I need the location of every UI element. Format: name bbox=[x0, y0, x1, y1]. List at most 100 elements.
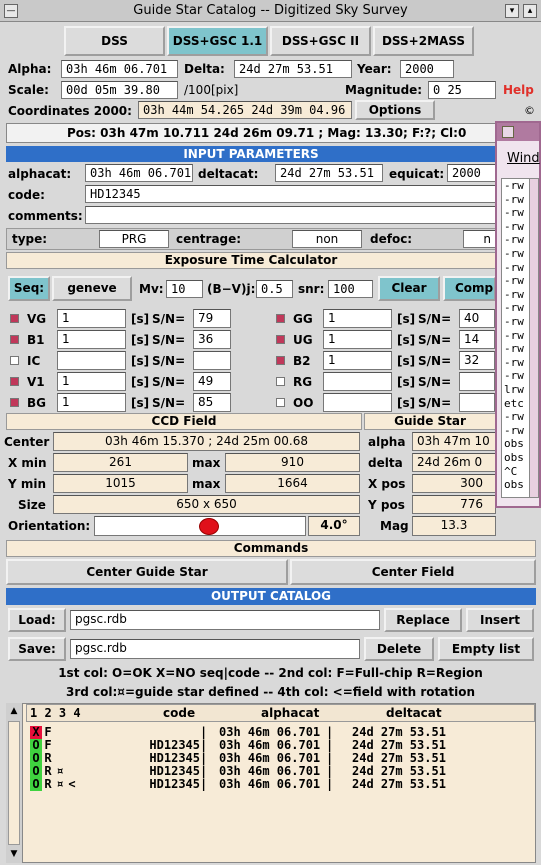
help-button[interactable]: Help bbox=[503, 83, 534, 97]
filter-checkbox-ug[interactable] bbox=[276, 335, 285, 344]
filter-time-b1[interactable]: 1 bbox=[57, 330, 126, 349]
save-file-input[interactable]: pgsc.rdb bbox=[70, 639, 360, 659]
snr-input[interactable]: 100 bbox=[328, 280, 373, 298]
side-window-line: -rw bbox=[504, 315, 524, 328]
filter-sn-gg: 40 bbox=[459, 309, 495, 328]
comments-input[interactable] bbox=[85, 206, 496, 224]
filter-unit: [s] bbox=[397, 333, 416, 347]
guide-xpos-value: 300 bbox=[412, 474, 496, 493]
filter-time-oo[interactable] bbox=[323, 393, 392, 412]
delta-input[interactable]: 24d 27m 53.51 bbox=[234, 60, 352, 78]
filter-time-v1[interactable]: 1 bbox=[57, 372, 126, 391]
size-label: Size bbox=[18, 498, 46, 512]
filter-checkbox-bg[interactable] bbox=[10, 398, 19, 407]
size-value: 650 x 650 bbox=[53, 495, 360, 514]
filter-unit: [s] bbox=[131, 375, 150, 389]
replace-button[interactable]: Replace bbox=[384, 608, 462, 632]
scroll-down-icon[interactable]: ▼ bbox=[8, 848, 20, 860]
orientation-slider-knob[interactable] bbox=[199, 518, 219, 535]
filter-checkbox-gg[interactable] bbox=[276, 314, 285, 323]
load-file-input[interactable]: pgsc.rdb bbox=[70, 610, 380, 630]
filter-time-ic[interactable] bbox=[57, 351, 126, 370]
filter-sn-oo bbox=[459, 393, 495, 412]
alpha-input[interactable]: 03h 46m 06.701 bbox=[61, 60, 178, 78]
filter-time-rg[interactable] bbox=[323, 372, 392, 391]
filter-checkbox-oo[interactable] bbox=[276, 398, 285, 407]
filter-checkbox-ic[interactable] bbox=[10, 356, 19, 365]
side-window-line: -rw bbox=[504, 260, 524, 274]
col-flags-header: 1 2 3 4 bbox=[30, 706, 81, 720]
filter-time-gg[interactable]: 1 bbox=[323, 309, 392, 328]
side-window-line: -rw bbox=[504, 233, 524, 247]
catalog-scrollbar[interactable]: ▲ ▼ bbox=[6, 703, 23, 863]
center-guide-star-button[interactable]: Center Guide Star bbox=[6, 559, 288, 585]
side-window-menu-icon[interactable] bbox=[502, 126, 514, 138]
tab-dss-gsc2[interactable]: DSS+GSC II bbox=[270, 26, 371, 56]
scroll-up-icon[interactable]: ▲ bbox=[8, 705, 20, 717]
centrage-value[interactable]: non bbox=[292, 230, 362, 248]
seq-button[interactable]: Seq: bbox=[8, 276, 50, 301]
filter-checkbox-vg[interactable] bbox=[10, 314, 19, 323]
filter-sn-label: S/N= bbox=[418, 396, 452, 410]
filter-name-v1: V1 bbox=[27, 375, 45, 389]
side-window-line: etc bbox=[504, 396, 524, 410]
side-window: Wind -rw -rw -rw -rw -rw -rw -rw -rw -rw -rw -rw -r… bbox=[495, 121, 541, 508]
center-label: Center bbox=[4, 435, 50, 449]
filter-sn-bg: 85 bbox=[193, 393, 231, 412]
filter-name-ug: UG bbox=[293, 333, 313, 347]
tab-dss[interactable]: DSS bbox=[64, 26, 165, 56]
type-value[interactable]: PRG bbox=[99, 230, 169, 248]
side-window-line: -rw bbox=[504, 342, 524, 356]
filter-time-b2[interactable]: 1 bbox=[323, 351, 392, 370]
defoc-value[interactable]: n bbox=[463, 230, 496, 248]
defoc-label: defoc: bbox=[370, 232, 413, 246]
save-button[interactable]: Save: bbox=[8, 637, 66, 661]
alphacat-input[interactable]: 03h 46m 06.701 bbox=[85, 164, 193, 182]
filter-checkbox-b2[interactable] bbox=[276, 356, 285, 365]
filter-time-ug[interactable]: 1 bbox=[323, 330, 392, 349]
filter-unit: [s] bbox=[131, 312, 150, 326]
center-field-button[interactable]: Center Field bbox=[290, 559, 536, 585]
filter-time-bg[interactable]: 1 bbox=[57, 393, 126, 412]
deltacat-input[interactable]: 24d 27m 53.51 bbox=[275, 164, 383, 182]
code-label: code: bbox=[8, 188, 45, 202]
code-input[interactable]: HD12345 bbox=[85, 185, 496, 203]
window-menu-button[interactable]: — bbox=[4, 4, 18, 18]
side-window-menu-label[interactable]: Wind bbox=[507, 151, 540, 166]
scale-input[interactable]: 00d 05m 39.80 bbox=[61, 81, 178, 99]
year-input[interactable]: 2000 bbox=[400, 60, 454, 78]
filter-sn-vg: 79 bbox=[193, 309, 231, 328]
magnitude-input[interactable]: 0 25 bbox=[428, 81, 496, 99]
tab-dss-2mass[interactable]: DSS+2MASS bbox=[373, 26, 474, 56]
side-window-line: obs bbox=[504, 451, 524, 464]
filter-name-b1: B1 bbox=[27, 333, 45, 347]
load-button[interactable]: Load: bbox=[8, 608, 66, 632]
side-window-line: -rw bbox=[504, 301, 524, 315]
filter-sn-ug: 14 bbox=[459, 330, 495, 349]
filter-checkbox-v1[interactable] bbox=[10, 377, 19, 386]
options-button[interactable]: Options bbox=[355, 100, 435, 120]
side-window-scrollbar[interactable] bbox=[529, 178, 539, 498]
filter-checkbox-b1[interactable] bbox=[10, 335, 19, 344]
equicat-input[interactable]: 2000 bbox=[447, 164, 496, 182]
catalog-row[interactable]: O R ¤ < HD12345 | 03h 46m 06.701 | 24d 27m 53.51 bbox=[30, 778, 530, 791]
orientation-slider[interactable] bbox=[94, 516, 306, 536]
mv-input[interactable]: 10 bbox=[166, 280, 203, 298]
filter-time-vg[interactable]: 1 bbox=[57, 309, 126, 328]
clear-button[interactable]: Clear bbox=[378, 276, 440, 301]
filter-checkbox-rg[interactable] bbox=[276, 377, 285, 386]
empty-list-button[interactable]: Empty list bbox=[438, 637, 534, 661]
legend-line-1: 1st col: O=OK X=NO seq|code -- 2nd col: … bbox=[58, 666, 483, 680]
bv-input[interactable]: 0.5 bbox=[256, 280, 293, 298]
maximize-button[interactable]: ▴ bbox=[523, 4, 537, 18]
delta-label: Delta: bbox=[184, 62, 225, 76]
scale-unit: /100[pix] bbox=[184, 83, 239, 97]
delete-button[interactable]: Delete bbox=[364, 637, 434, 661]
compute-button[interactable]: Comp bbox=[443, 276, 496, 301]
year-label: Year: bbox=[357, 62, 392, 76]
seq-value-button[interactable]: geneve bbox=[52, 276, 132, 301]
tab-dss-gsc11[interactable]: DSS+GSC 1.1 bbox=[167, 26, 268, 56]
insert-button[interactable]: Insert bbox=[466, 608, 534, 632]
scroll-thumb[interactable] bbox=[8, 721, 20, 845]
minimize-button[interactable]: ▾ bbox=[505, 4, 519, 18]
